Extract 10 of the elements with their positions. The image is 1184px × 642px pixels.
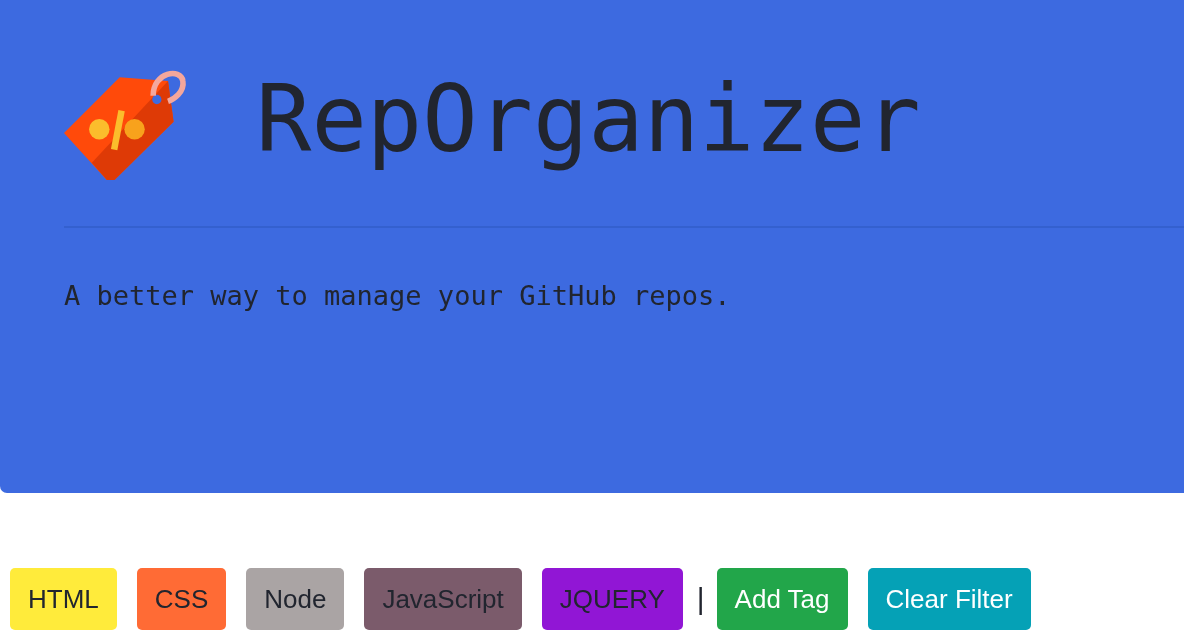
- tag-filter-button[interactable]: HTML: [10, 568, 117, 630]
- tag-filter-button[interactable]: JQUERY: [541, 568, 683, 630]
- clear-filter-button[interactable]: Clear Filter: [867, 568, 1031, 630]
- separator-text: |: [696, 582, 705, 616]
- add-tag-button[interactable]: Add Tag: [716, 568, 848, 630]
- tagline: A better way to manage your GitHub repos.: [64, 280, 732, 311]
- tag-filter-button[interactable]: JavaScript: [364, 568, 522, 630]
- tag-filter-button[interactable]: CSS: [136, 568, 227, 630]
- app-title: RepOrganizer: [256, 65, 921, 173]
- tag-filter-button[interactable]: Node: [246, 568, 345, 630]
